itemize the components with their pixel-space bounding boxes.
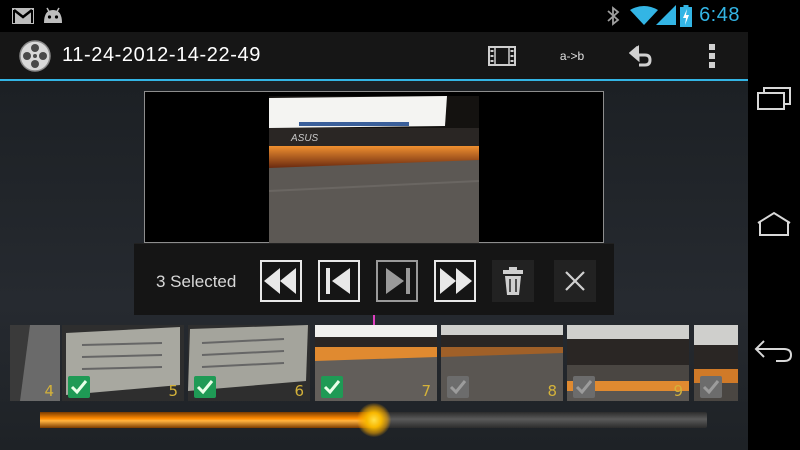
seek-bar-progress <box>40 412 374 428</box>
undo-button[interactable] <box>618 32 666 79</box>
frame-checkbox[interactable] <box>573 376 595 398</box>
close-selection-button[interactable] <box>554 260 596 302</box>
filmstrip: 4 5 6 7 8 9 <box>10 325 738 401</box>
filmstrip-frame[interactable]: 5 <box>62 325 184 401</box>
frame-number: 6 <box>294 382 304 400</box>
svg-text:ASUS: ASUS <box>290 133 319 144</box>
status-bar: 6:48 <box>0 0 748 32</box>
a-to-b-button[interactable]: a->b <box>548 32 596 79</box>
home-icon <box>757 211 791 236</box>
skip-forward-icon <box>376 260 418 302</box>
film-reel-app-icon[interactable] <box>18 39 52 73</box>
skip-back-icon <box>318 260 360 302</box>
filmstrip-frame[interactable]: 7 <box>315 325 437 401</box>
frame-number: 8 <box>547 382 557 400</box>
preview-image: ASUS <box>269 96 479 246</box>
page-title: 11-24-2012-14-22-49 <box>62 44 261 66</box>
rewind-button[interactable] <box>260 260 302 302</box>
frame-number: 5 <box>168 382 178 400</box>
frame-number: 7 <box>421 382 431 400</box>
frame-checkbox[interactable] <box>321 376 343 398</box>
filmstrip-frame[interactable]: 4 <box>10 325 60 401</box>
rewind-icon <box>260 260 302 302</box>
overflow-menu-button[interactable] <box>692 32 732 79</box>
frame-number: 4 <box>44 382 54 400</box>
filmstrip-icon <box>488 45 516 66</box>
frame-number: 9 <box>673 382 683 400</box>
check-icon <box>702 380 720 395</box>
frame-checkbox[interactable] <box>447 376 469 398</box>
status-clock: 6:48 <box>699 4 740 26</box>
battery-icon <box>680 5 692 27</box>
delete-button[interactable] <box>492 260 534 302</box>
video-preview[interactable]: ASUS <box>144 91 604 246</box>
frame-checkbox[interactable] <box>68 376 90 398</box>
back-icon <box>754 340 793 362</box>
fast-forward-button[interactable] <box>434 260 476 302</box>
main-content: ASUS 3 Selected 4 5 6 7 8 9 <box>0 81 748 450</box>
seek-bar[interactable] <box>40 403 707 437</box>
bluetooth-icon <box>607 6 620 26</box>
fast-forward-icon <box>434 260 476 302</box>
recent-apps-icon <box>757 87 791 110</box>
filmstrip-frame[interactable]: 6 <box>188 325 310 401</box>
recent-apps-button[interactable] <box>748 68 800 128</box>
android-icon <box>44 7 62 23</box>
filmstrip-button[interactable] <box>478 32 526 79</box>
signal-icon <box>656 5 676 25</box>
frame-checkbox[interactable] <box>194 376 216 398</box>
a-to-b-label: a->b <box>559 48 585 63</box>
action-bar: 11-24-2012-14-22-49 a->b <box>0 32 748 79</box>
overflow-menu-icon <box>709 43 715 68</box>
frame-checkbox[interactable] <box>700 376 722 398</box>
trash-icon <box>503 267 523 295</box>
check-icon <box>575 380 593 395</box>
seek-bar-thumb[interactable] <box>356 403 391 437</box>
filmstrip-frame[interactable] <box>694 325 738 401</box>
home-button[interactable] <box>748 194 800 254</box>
undo-icon <box>629 44 652 66</box>
navigation-bar <box>748 0 800 450</box>
close-icon <box>565 271 585 291</box>
wifi-icon <box>630 6 658 25</box>
check-icon <box>323 380 341 395</box>
check-icon <box>449 380 467 395</box>
skip-back-button[interactable] <box>318 260 360 302</box>
gmail-icon <box>12 8 34 24</box>
check-icon <box>70 380 88 395</box>
selection-toolbar: 3 Selected <box>134 243 614 315</box>
check-icon <box>196 380 214 395</box>
filmstrip-frame[interactable]: 9 <box>567 325 689 401</box>
selection-count: 3 Selected <box>156 272 237 291</box>
filmstrip-frame[interactable]: 8 <box>441 325 563 401</box>
playhead-marker <box>373 315 375 325</box>
skip-forward-button[interactable] <box>376 260 418 302</box>
back-button[interactable] <box>748 320 800 380</box>
